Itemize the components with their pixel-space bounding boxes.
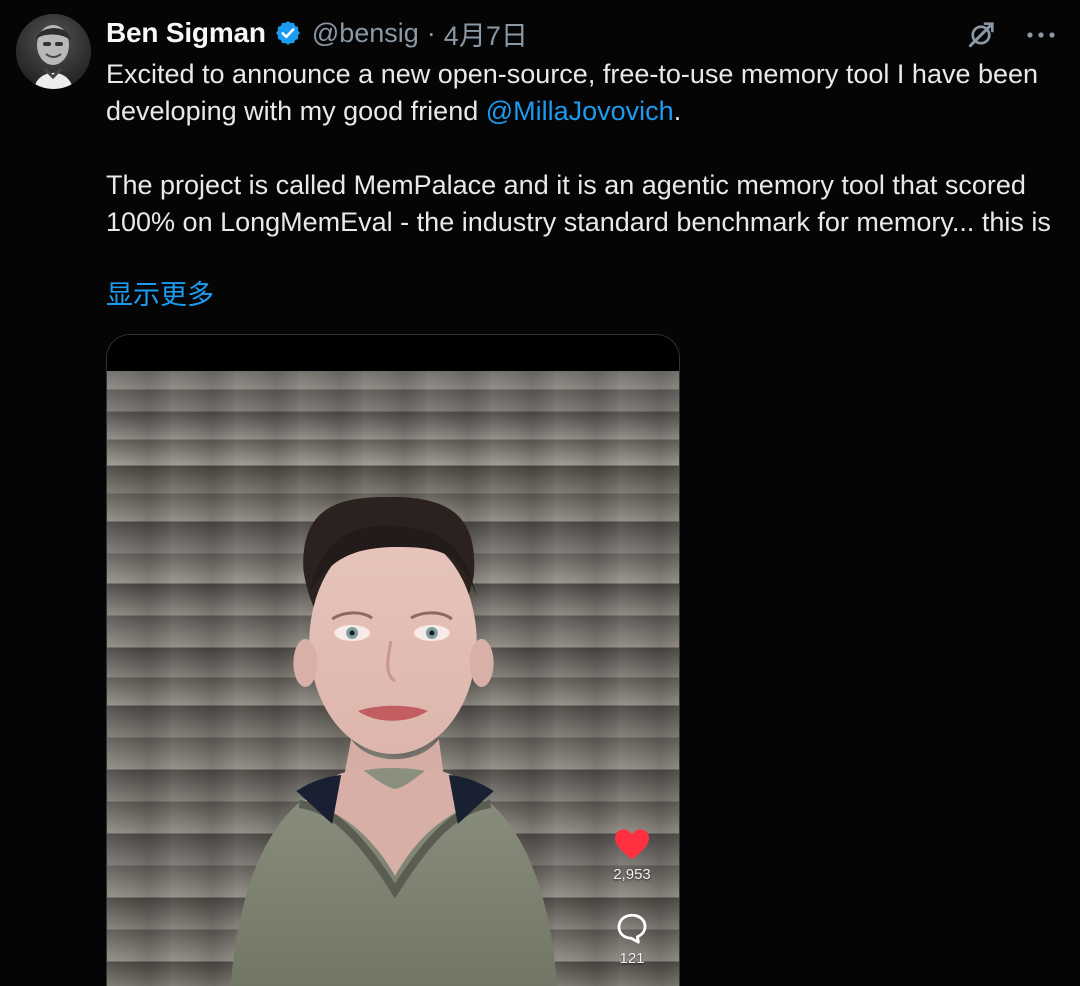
tweet-date[interactable]: 4月7日 (444, 14, 528, 53)
tweet-paragraph-1: Excited to announce a new open-source, f… (106, 56, 1056, 130)
likes-count: 2,953 (613, 866, 651, 883)
author-display-name[interactable]: Ben Sigman (106, 17, 266, 49)
comments-count: 121 (619, 950, 645, 967)
grok-icon[interactable] (962, 18, 1000, 52)
tweet-text-part-2: . (673, 96, 682, 126)
tweet-paragraph-2: The project is called MemPalace and it i… (106, 170, 1051, 237)
video-top-bar (107, 335, 679, 371)
tweet-header: Ben Sigman @bensig · 4月7日 (106, 14, 528, 52)
header-separator: · (426, 17, 436, 48)
comment-icon[interactable] (603, 906, 661, 950)
video-overlay-actions: 2,953 121 (603, 822, 661, 968)
tweet-card: Ben Sigman @bensig · 4月7日 Excited to ann… (0, 0, 1080, 986)
author-avatar[interactable] (16, 14, 91, 89)
verified-badge-icon (274, 19, 302, 47)
tweet-actions-top (962, 18, 1060, 52)
avatar-image (16, 14, 91, 89)
author-handle[interactable]: @bensig (312, 18, 419, 49)
more-icon[interactable] (1022, 18, 1060, 52)
video-person (230, 496, 558, 986)
tweet-text: Excited to announce a new open-source, f… (106, 56, 1056, 241)
show-more-link[interactable]: 显示更多 (106, 277, 214, 314)
mention-link[interactable]: @MillaJovovich (486, 96, 674, 126)
video-player[interactable]: 2,953 121 (106, 334, 680, 986)
heart-icon[interactable] (603, 822, 661, 866)
